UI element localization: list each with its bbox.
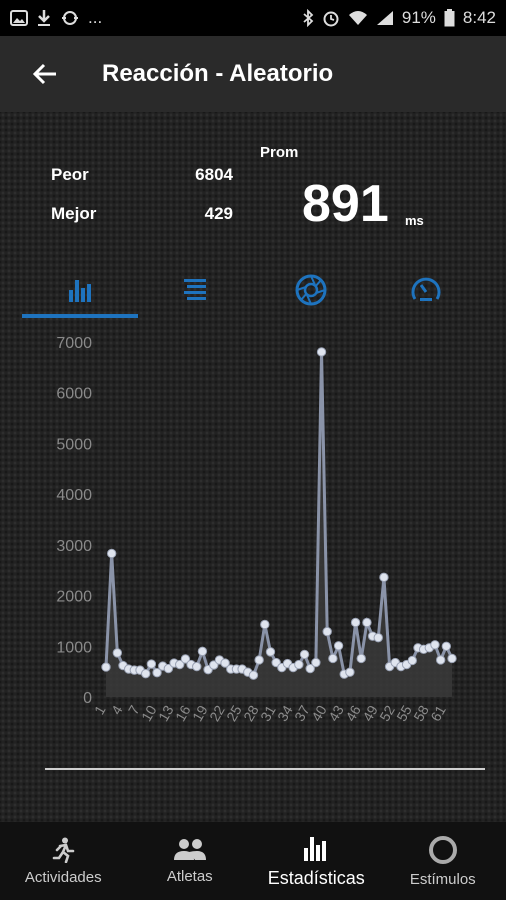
best-value: 429 — [204, 204, 233, 223]
data-point — [265, 647, 276, 657]
data-point — [299, 649, 310, 660]
data-point — [141, 668, 151, 679]
data-point — [435, 655, 446, 665]
series-area — [106, 351, 452, 697]
average-value: 891 — [302, 175, 389, 233]
data-point — [101, 662, 111, 672]
nav-atletas[interactable]: Atletas — [127, 822, 254, 900]
data-point — [254, 655, 264, 665]
y-tick-label: 3000 — [56, 538, 92, 555]
view-tabs — [22, 262, 484, 318]
y-tick-label: 5000 — [56, 436, 92, 453]
bluetooth-icon — [303, 9, 314, 27]
x-tick-label: 1 — [91, 702, 109, 717]
data-point — [447, 653, 457, 664]
sync-icon — [62, 11, 78, 25]
x-tick-label: 4 — [108, 702, 126, 717]
bottom-nav: Actividades Atletas Estadísticas Estímul… — [0, 822, 506, 900]
tab-bar-chart[interactable] — [22, 262, 138, 318]
worst-value: 6804 — [195, 165, 233, 184]
reaction-time-chart: 010002000300040005000600070001 4 710131619… — [56, 335, 457, 724]
data-point — [362, 617, 372, 628]
data-point — [146, 659, 157, 669]
y-tick-label: 0 — [83, 690, 92, 707]
nav-label-actividades: Actividades — [24, 868, 102, 886]
x-tick-label: 61 — [427, 702, 449, 724]
data-point — [197, 646, 208, 657]
gauge-icon — [411, 277, 441, 301]
data-point — [311, 657, 321, 668]
status-overflow: ... — [88, 8, 103, 27]
stats-content: Peor 6804 Mejor 429 Prom 891 ms 0 1000 200… — [0, 112, 506, 822]
data-point — [260, 619, 270, 630]
data-point — [379, 572, 389, 583]
app-bar: Reacción - Aleatorio — [0, 36, 506, 112]
status-bar: ... 91% 8:42 — [0, 0, 506, 36]
running-person-icon — [52, 837, 75, 863]
arrow-left-icon — [32, 63, 56, 85]
image-icon — [10, 10, 28, 26]
alarm-icon — [323, 11, 339, 27]
nav-label-estadisticas: Estadísticas — [267, 867, 365, 888]
nav-label-estimulos: Estímulos — [409, 870, 476, 888]
average-unit: ms — [405, 213, 424, 228]
data-point — [407, 655, 417, 666]
tab-list[interactable] — [138, 262, 254, 318]
bar-chart-icon — [304, 836, 327, 861]
y-tick-label: 4000 — [56, 487, 92, 504]
nav-estadisticas[interactable]: Estadísticas — [253, 822, 380, 900]
data-point — [322, 626, 332, 637]
data-point — [333, 641, 344, 651]
best-label: Mejor — [51, 204, 97, 223]
nav-label-atletas: Atletas — [166, 867, 213, 885]
data-point — [112, 648, 123, 658]
battery-percent: 91% — [401, 8, 436, 27]
data-point — [328, 653, 338, 664]
data-point — [373, 632, 383, 643]
nav-estimulos[interactable]: Estímulos — [380, 822, 506, 900]
circle-ring-icon — [428, 835, 457, 864]
status-left: ... — [10, 8, 102, 28]
series-line — [104, 351, 454, 678]
status-right: 91% 8:42 — [302, 8, 496, 28]
data-point — [356, 653, 366, 664]
clock: 8:42 — [462, 8, 496, 27]
worst-label: Peor — [51, 165, 89, 184]
average-label: Prom — [260, 144, 299, 161]
aperture-icon — [295, 274, 327, 306]
data-point — [430, 640, 440, 650]
y-tick-label: 1000 — [56, 639, 92, 656]
bar-chart-icon — [68, 280, 91, 302]
battery-icon — [444, 9, 455, 27]
y-tick-label: 2000 — [56, 589, 92, 606]
y-tick-label: 6000 — [56, 386, 92, 403]
back-button[interactable] — [0, 36, 90, 112]
data-point — [106, 548, 117, 559]
page-title: Reacción - Aleatorio — [102, 60, 334, 87]
data-point — [316, 347, 327, 357]
tab-aperture[interactable] — [253, 262, 369, 318]
chart-range-slider[interactable] — [45, 768, 485, 770]
people-icon — [173, 838, 206, 860]
data-point — [350, 617, 361, 628]
nav-actividades[interactable]: Actividades — [0, 822, 127, 900]
y-tick-label: 7000 — [56, 335, 92, 352]
data-point — [441, 641, 452, 651]
data-point — [248, 670, 259, 680]
data-point — [192, 661, 202, 672]
signal-icon — [376, 11, 393, 25]
wifi-icon — [348, 11, 367, 25]
data-point — [294, 659, 304, 670]
tab-gauge[interactable] — [369, 262, 485, 318]
data-point — [345, 667, 355, 677]
download-icon — [38, 10, 50, 26]
list-icon — [184, 279, 207, 300]
